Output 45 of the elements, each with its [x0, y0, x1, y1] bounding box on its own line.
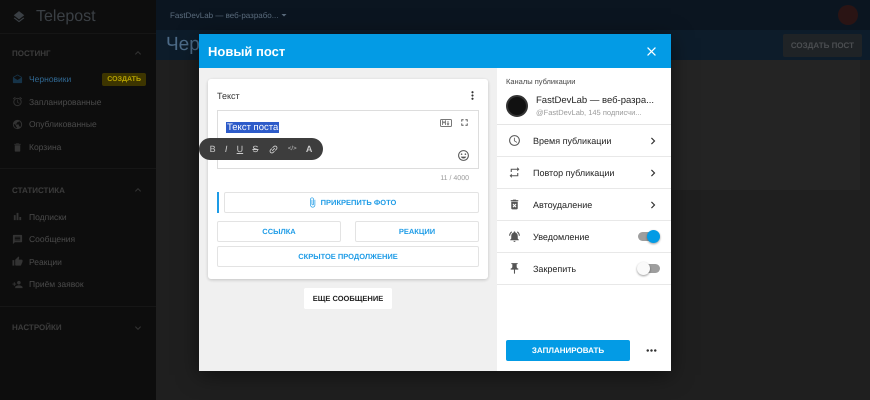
globe-icon — [12, 118, 23, 130]
clock-icon — [508, 134, 521, 147]
option-label: Время публикации — [533, 136, 612, 146]
format-button[interactable]: S — [252, 144, 258, 154]
sidebar-item[interactable]: Запланированные — [29, 96, 146, 107]
channel-avatar — [506, 95, 528, 117]
pin-icon — [508, 262, 521, 275]
page-title: Чер — [166, 34, 200, 56]
sidebar-item[interactable]: Опубликованные — [29, 119, 146, 130]
option-label: Автоудаление — [533, 200, 594, 210]
sidebar-item[interactable]: Подписки — [29, 212, 146, 222]
thumbs-up-icon — [12, 256, 23, 268]
modal-title: Новый пост — [208, 44, 286, 58]
schedule-button[interactable]: ЗАПЛАНИРОВАТЬ — [506, 340, 630, 361]
channel-name: FastDevLab — веб-разра... — [536, 95, 654, 106]
sidebar-item[interactable]: Сообщения — [29, 234, 146, 244]
option-label: Уведомление — [533, 232, 590, 242]
selected-text: Текст поста — [226, 122, 280, 133]
option-label: Закрепить — [533, 264, 578, 274]
message-icon — [12, 234, 23, 245]
format-button[interactable]: A — [306, 144, 312, 154]
repeat-icon — [508, 166, 521, 179]
emoji-icon[interactable] — [457, 149, 470, 162]
format-button[interactable]: B — [210, 144, 216, 154]
person-add-icon — [12, 278, 23, 290]
sidebar-item[interactable]: Приём заявок — [29, 279, 146, 290]
markdown-icon — [440, 118, 452, 126]
toggle-switch[interactable] — [638, 264, 660, 273]
logo-icon — [12, 10, 26, 24]
channel-selector[interactable]: FastDevLab — веб-разрабо... — [170, 9, 290, 21]
sidebar-item[interactable]: Реакции — [29, 256, 146, 267]
bar-chart-icon — [12, 211, 23, 222]
trash-icon — [12, 142, 23, 153]
sidebar-item[interactable]: Корзина — [29, 142, 146, 152]
fullscreen-icon[interactable] — [459, 117, 470, 128]
option-label: Повтор публикации — [533, 168, 616, 178]
editor-label: Текст — [217, 90, 240, 100]
format-button[interactable]: I — [224, 144, 228, 154]
alarm-icon — [12, 96, 23, 108]
format-button[interactable]: U — [236, 144, 244, 154]
trash-icon — [508, 198, 521, 211]
sidebar-item[interactable]: Черновики — [29, 74, 96, 84]
bell-icon — [508, 230, 521, 243]
toggle-switch[interactable] — [638, 232, 660, 241]
envelope-icon — [12, 74, 23, 85]
